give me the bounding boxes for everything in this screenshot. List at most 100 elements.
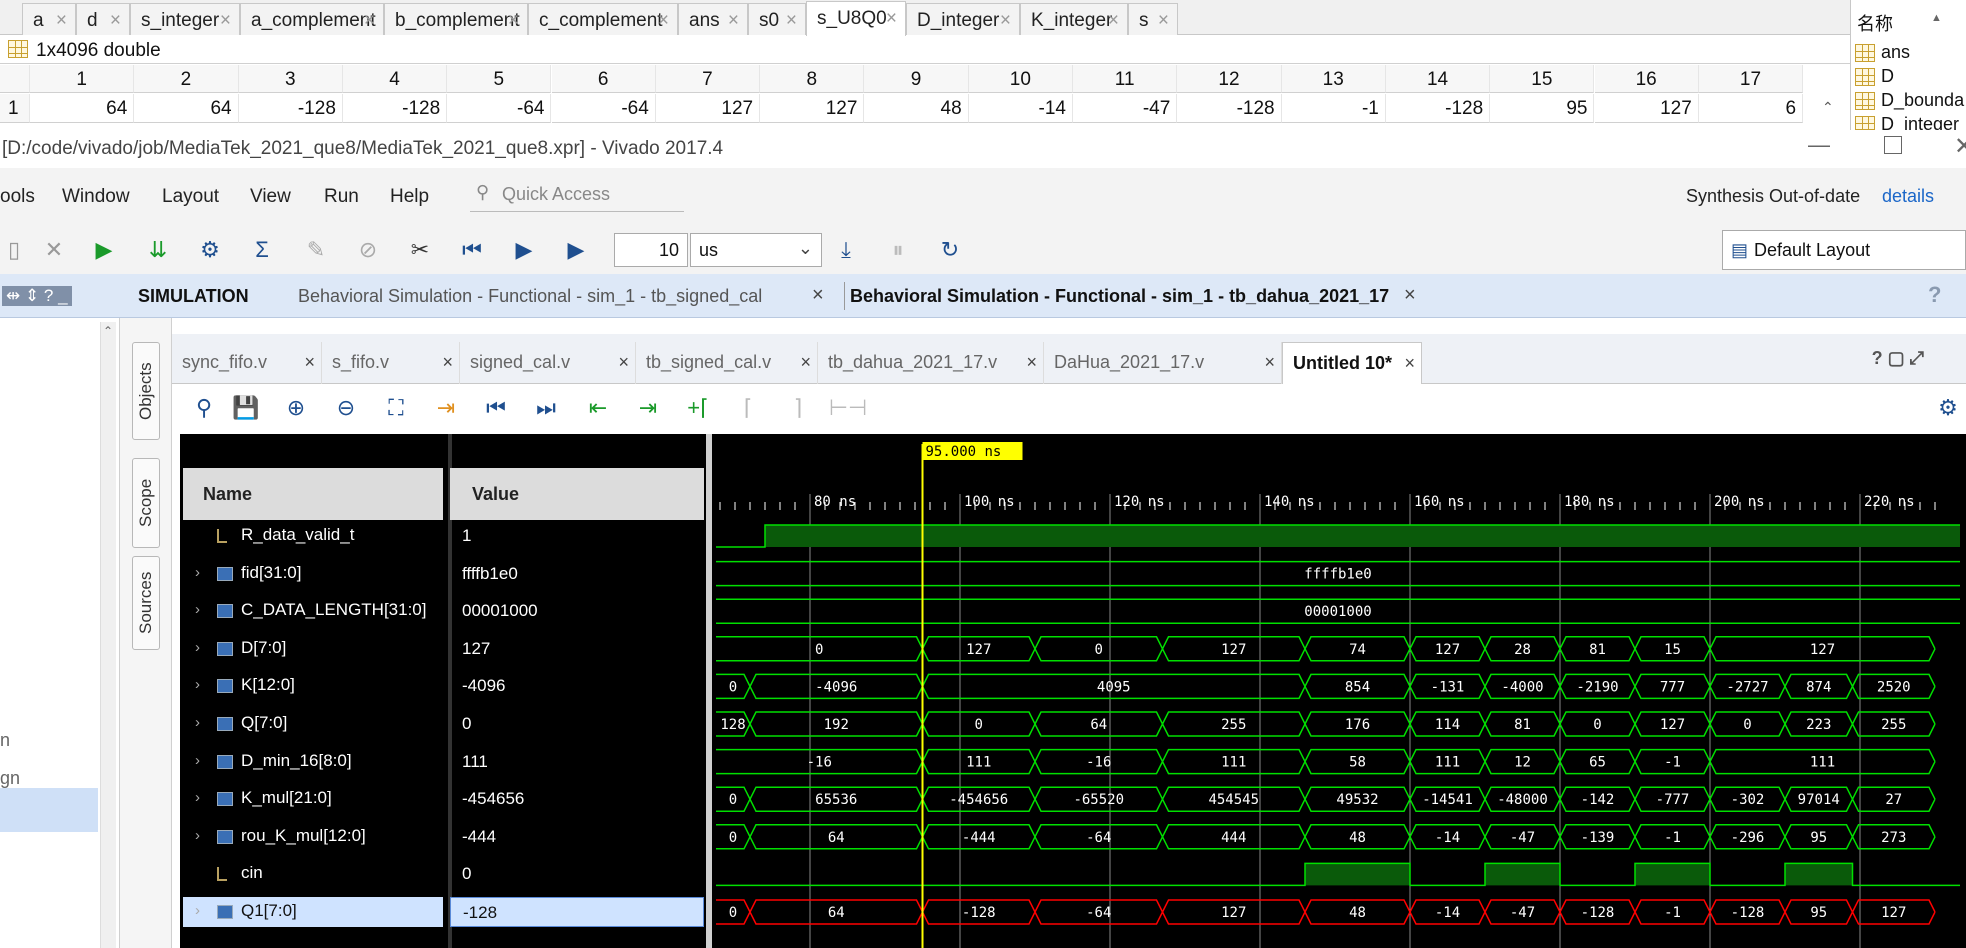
restart-icon[interactable]: ⏮ [458,236,486,264]
close-tab-icon[interactable]: × [658,10,669,32]
panel-controls-icon[interactable]: ⇹ ⇕ ? _ [2,286,72,306]
close-tab-icon[interactable]: × [728,10,739,32]
signal-row[interactable]: › rou_K_mul[12:0] [183,822,443,852]
signal-row[interactable]: cin [183,859,443,889]
close-window-icon[interactable]: ✕ [1954,132,1966,161]
signal-row[interactable]: › D_min_16[8:0] [183,747,443,777]
search-icon[interactable]: ⚲ [190,394,218,422]
menu-view[interactable]: View [250,186,291,208]
bus-wave[interactable]: 0 65536 -454656 -65520 454545 49532 -14541 -480… [716,786,1936,812]
var-tab-s[interactable]: s × [1128,3,1178,35]
wave-settings-icon[interactable]: ⚙ [1934,394,1962,422]
file-tab-2[interactable]: signed_cal.v × [460,342,636,384]
var-tab-a[interactable]: a × [22,3,76,35]
bus-wave[interactable]: -16 111 -16 111 58 111 12 65 -1 111 [716,748,1936,775]
column-header[interactable]: 10 [968,65,1073,93]
file-tab-3[interactable]: tb_signed_cal.v × [636,342,818,384]
var-tab-d-integer[interactable]: D_integer × [906,3,1020,35]
disabled-edit-icon[interactable]: ⊘ [354,236,382,264]
grid-cell[interactable]: 127 [655,94,761,123]
help-icon[interactable]: ? [1928,282,1941,308]
signal-value[interactable]: ffffb1e0 [450,559,704,589]
signal-row[interactable]: R_data_valid_t [183,521,443,551]
run-time-input[interactable]: 10 [614,233,688,267]
grid-cell[interactable]: 95 [1490,94,1595,123]
bus-wave[interactable]: ffffb1e0 [716,560,1960,587]
signal-value[interactable]: 0 [450,709,704,739]
objects-tab[interactable]: Objects [132,342,160,440]
prev-transition-icon[interactable]: ⇤ [584,394,612,422]
column-header[interactable]: 5 [447,65,552,93]
signal-value[interactable]: 00001000 [450,596,704,626]
next-marker-icon[interactable]: ⌉ [784,394,812,422]
signal-row[interactable]: › Q[7:0] [183,709,443,739]
bit-wave-r-data-valid[interactable] [716,524,1960,548]
sim-tab-dahua[interactable]: Behavioral Simulation - Functional - sim… [850,286,1389,307]
var-tab-d[interactable]: d × [76,3,130,35]
close-tab-icon[interactable]: × [508,10,519,32]
close-tab-icon[interactable]: × [110,10,121,32]
zoom-fit-icon[interactable]: ⛶ [382,394,410,422]
prev-marker-icon[interactable]: ⌈ [734,394,762,422]
close-tab-icon[interactable]: × [1108,10,1119,32]
sigma-report-icon[interactable]: Σ [248,236,276,264]
grid-cell[interactable]: -64 [447,94,552,123]
workspace-item[interactable]: D [1855,66,1965,88]
value-column-header[interactable]: Value [450,468,704,520]
bus-wave[interactable]: 00001000 [716,598,1960,624]
quick-access-input[interactable]: Quick Access [502,184,610,205]
file-tab-6[interactable]: Untitled 10* × [1282,342,1422,384]
column-header[interactable]: 9 [864,65,969,93]
signal-row[interactable]: › K_mul[21:0] [183,784,443,814]
grid-scroll-up-icon[interactable]: ⌃ [1822,99,1834,116]
var-tab-b-complement[interactable]: b_complement × [384,3,528,35]
details-link[interactable]: details [1882,186,1934,207]
grid-cell[interactable]: 127 [760,94,865,123]
close-tab-icon[interactable]: × [220,10,231,32]
var-tab-s-u8q0[interactable]: s_U8Q0 × [806,1,906,36]
menu-layout[interactable]: Layout [162,186,219,208]
grid-cell[interactable]: -47 [1073,94,1178,123]
close-tab-icon[interactable]: × [800,352,811,373]
zoom-in-icon[interactable]: ⊕ [282,394,310,422]
column-header[interactable]: 17 [1698,65,1804,93]
expand-arrow-icon[interactable]: › [195,601,200,618]
expand-arrow-icon[interactable]: › [195,639,200,656]
go-to-end-icon[interactable]: ⏭ [532,394,560,422]
grid-cell[interactable]: -64 [551,94,656,123]
grid-cell[interactable]: 64 [30,94,135,123]
var-tab-k-integer[interactable]: K_integer × [1020,3,1128,35]
close-tab-icon[interactable]: × [56,10,67,32]
column-header[interactable]: 15 [1490,65,1595,93]
signal-value[interactable]: -444 [450,822,704,852]
close-tab-icon[interactable]: × [886,8,897,30]
column-header[interactable]: 11 [1073,65,1178,93]
column-header[interactable]: 12 [1177,65,1282,93]
var-tab-c-complement[interactable]: c_complement × [528,3,678,35]
var-tab-s-integer[interactable]: s_integer × [130,3,240,35]
run-icon[interactable]: ▶ [90,236,118,264]
zoom-out-icon[interactable]: ⊖ [332,394,360,422]
time-cursor[interactable]: 95.000 ns [921,442,1023,948]
workspace-item[interactable]: D_bounda [1855,90,1965,112]
scope-tab[interactable]: Scope [132,458,160,548]
column-header[interactable]: 7 [655,65,761,93]
run-all-icon[interactable]: ▶ [510,236,538,264]
grid-cell[interactable]: -128 [1177,94,1282,123]
save-icon[interactable]: 💾 [232,394,260,422]
sim-tab-signed-cal[interactable]: Behavioral Simulation - Functional - sim… [298,286,762,307]
program-download-icon[interactable]: ⇊ [144,236,172,264]
variable-grid[interactable]: 1 1 64 2 64 3 -128 4 -128 5 -64 6 -64 7 127 8 127 9 48 10 -1… [0,65,1850,125]
close-tab-icon[interactable]: × [1000,10,1011,32]
swap-cursors-icon[interactable]: ⊢⊣ [829,394,867,422]
menu-window[interactable]: Window [62,186,130,208]
close-tab-icon[interactable]: × [786,10,797,32]
signal-row[interactable]: › fid[31:0] [183,559,443,589]
go-to-start-icon[interactable]: ⏮ [482,394,510,422]
expand-arrow-icon[interactable]: › [195,752,200,769]
grid-cell[interactable]: 127 [1594,94,1699,123]
signal-value[interactable]: 0 [450,859,704,889]
close-tab-icon[interactable]: × [618,352,629,373]
expand-arrow-icon[interactable]: › [195,676,200,693]
grid-cell[interactable]: 64 [134,94,239,123]
